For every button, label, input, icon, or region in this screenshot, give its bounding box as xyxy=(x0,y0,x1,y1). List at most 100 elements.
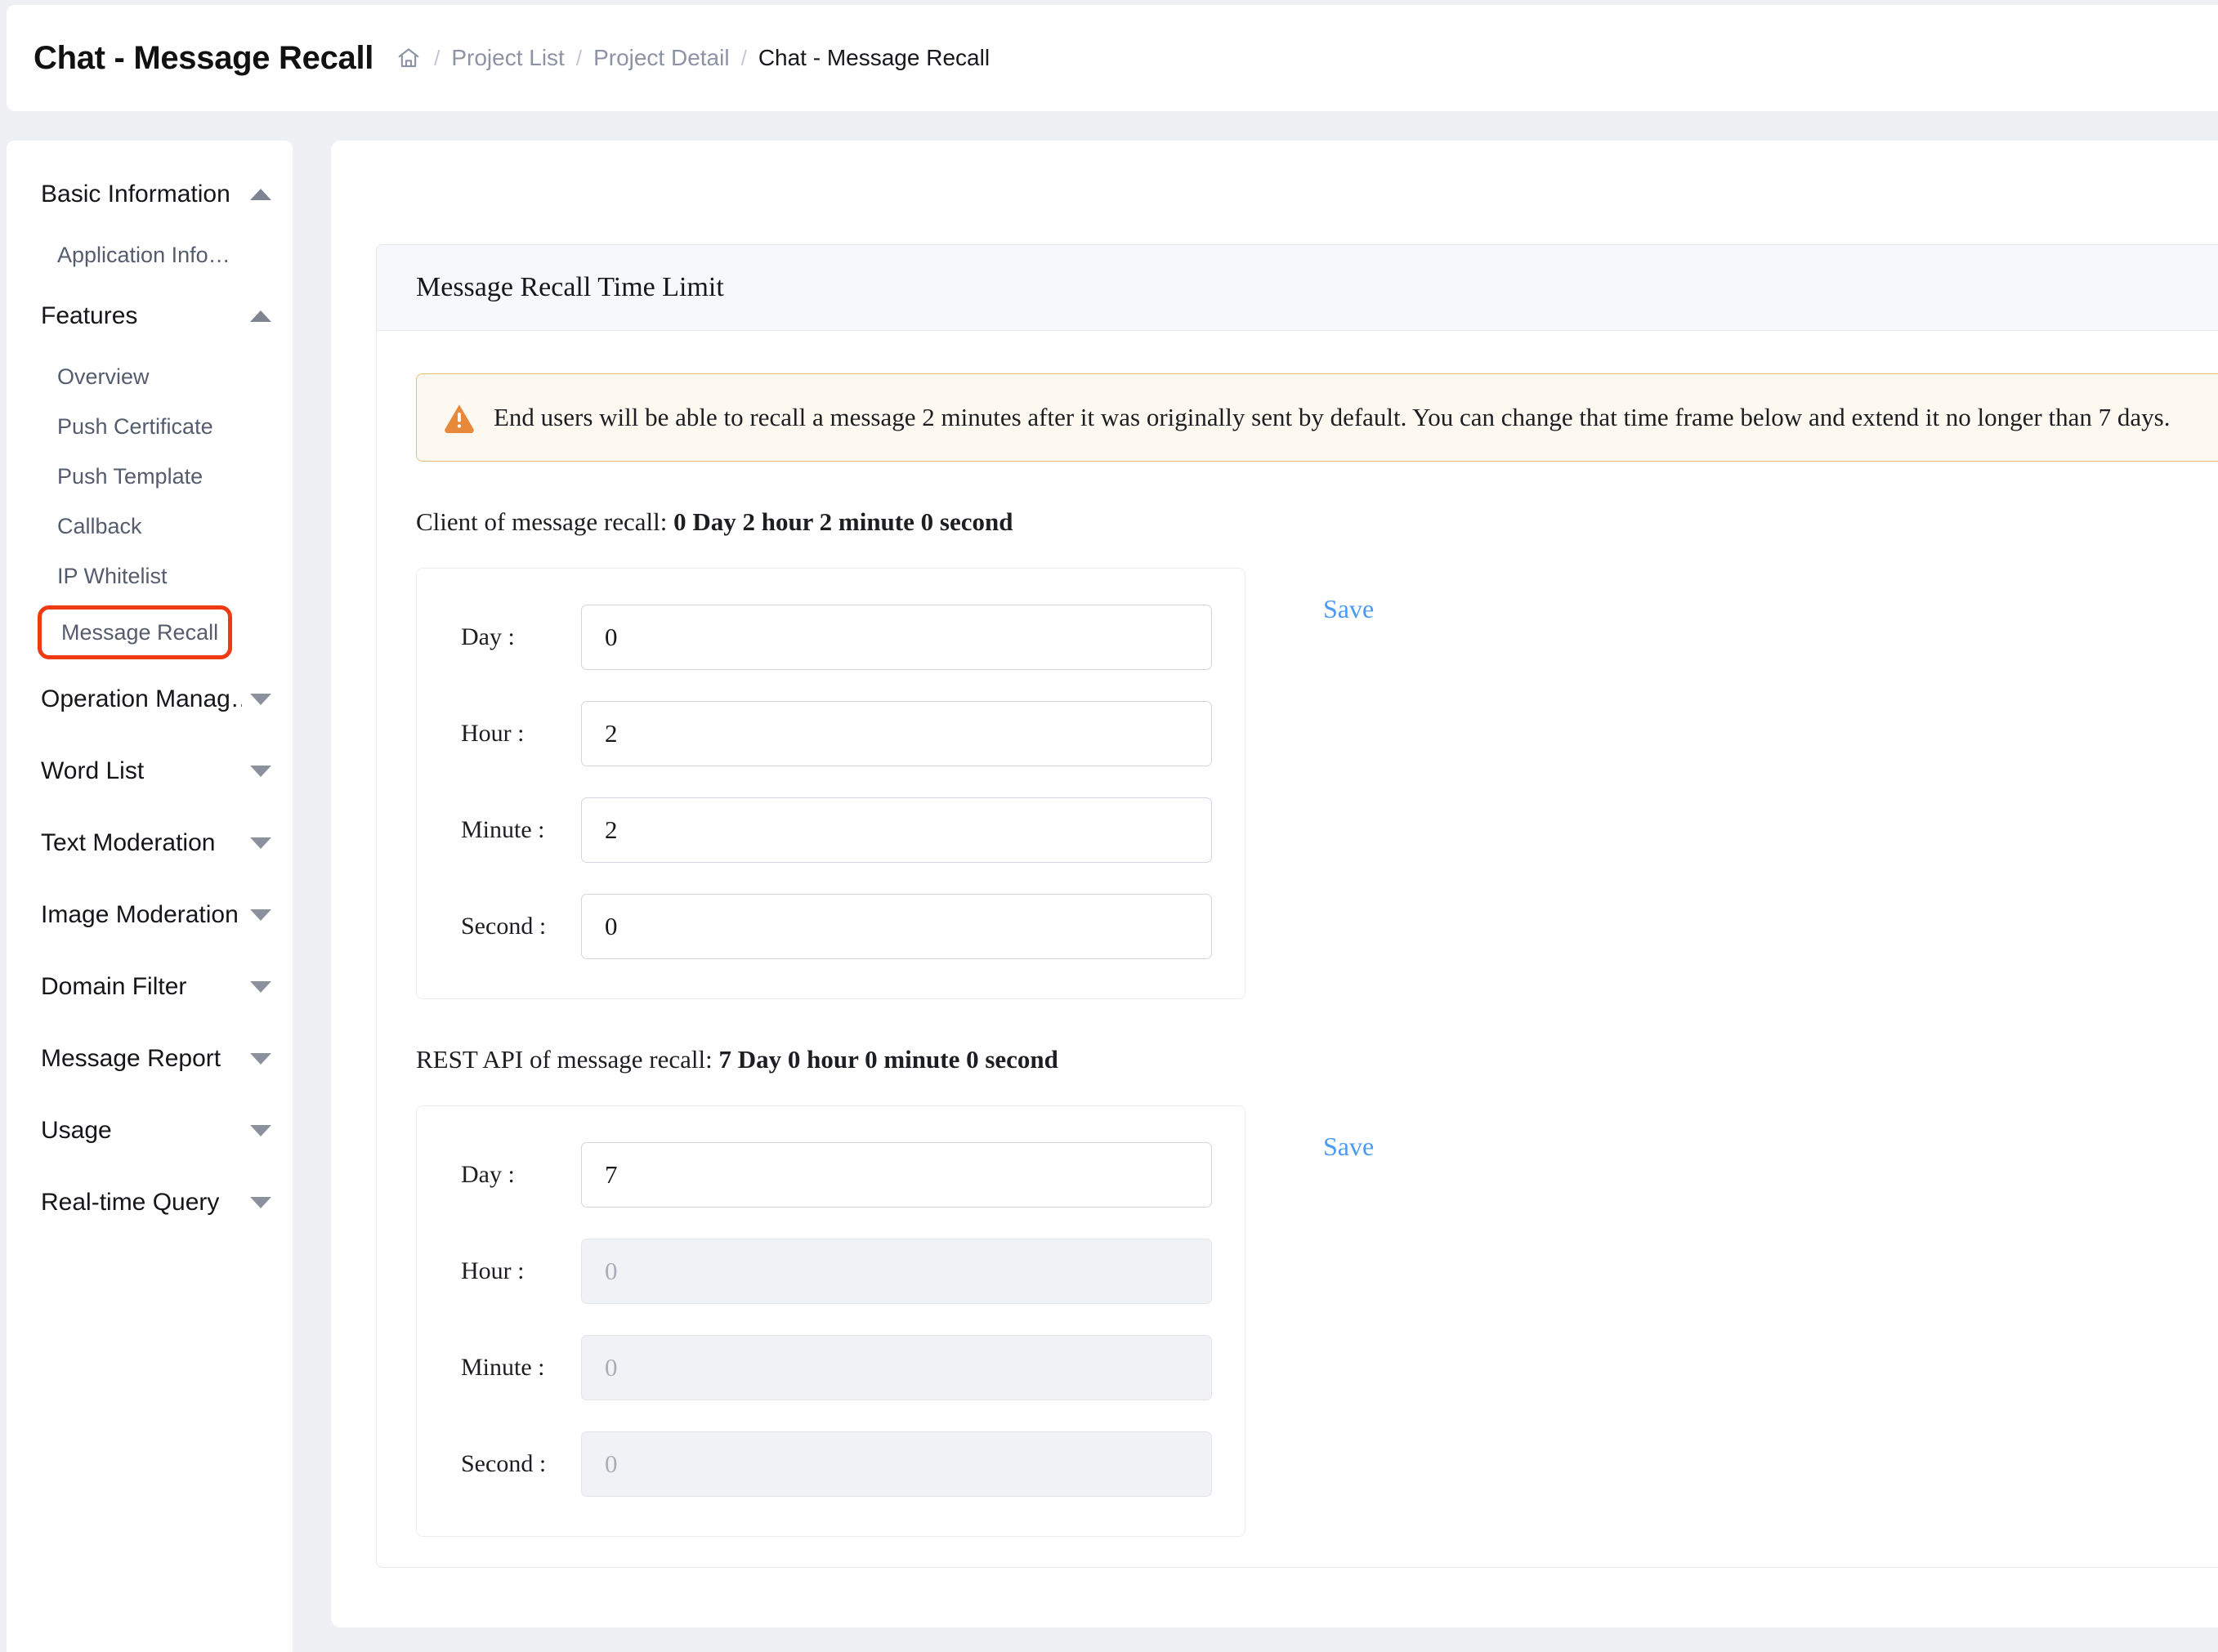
rest-second-input xyxy=(581,1431,1212,1497)
client-day-input[interactable] xyxy=(581,605,1212,670)
main-content-card: Message Recall Time Limit End users will… xyxy=(331,141,2218,1627)
client-recall-row: Day : Hour : Minute : Second : xyxy=(416,568,2207,999)
sidebar-group-label: Word List xyxy=(41,757,145,784)
sidebar-item-callback[interactable]: Callback xyxy=(7,502,293,551)
sidebar-group-image-moderation[interactable]: Image Moderation xyxy=(7,879,293,951)
sidebar-group-text-moderation[interactable]: Text Moderation xyxy=(7,807,293,879)
sidebar-item-label: Callback xyxy=(57,514,142,538)
client-hour-input[interactable] xyxy=(581,701,1212,766)
top-header-bar: Chat - Message Recall / Project List / P… xyxy=(7,5,2218,111)
breadcrumb: / Project List / Project Detail / Chat -… xyxy=(396,45,990,71)
client-minute-label: Minute : xyxy=(461,816,545,843)
sidebar-item-application-info[interactable]: Application Info… xyxy=(7,230,293,280)
sidebar-group-label: Operation Manag… xyxy=(41,685,242,712)
chevron-down-icon xyxy=(250,909,271,921)
sidebar-item-label: Message Recall xyxy=(61,619,219,645)
panel-header: Message Recall Time Limit xyxy=(377,245,2218,331)
client-second-field-row: Second : xyxy=(446,887,1212,966)
sidebar-item-ip-whitelist[interactable]: IP Whitelist xyxy=(7,551,293,601)
sidebar-item-label: Application Info… xyxy=(57,243,230,267)
chevron-down-icon xyxy=(250,1125,271,1136)
sidebar-group-label: Real-time Query xyxy=(41,1189,220,1216)
client-recall-form: Day : Hour : Minute : Second : xyxy=(416,568,1245,999)
rest-api-save-button[interactable]: Save xyxy=(1323,1132,1374,1162)
client-recall-heading-value: 0 Day 2 hour 2 minute 0 second xyxy=(673,507,1013,536)
client-hour-label: Hour : xyxy=(461,720,525,747)
rest-hour-input xyxy=(581,1239,1212,1304)
chevron-down-icon xyxy=(250,1197,271,1208)
client-day-label: Day : xyxy=(461,623,515,650)
sidebar-group-label: Message Report xyxy=(41,1045,221,1072)
sidebar-group-basic-information[interactable]: Basic Information xyxy=(7,159,293,230)
breadcrumb-separator-1: / xyxy=(434,45,440,70)
rest-minute-input xyxy=(581,1335,1212,1400)
sidebar-item-push-certificate[interactable]: Push Certificate xyxy=(7,402,293,452)
sidebar-group-word-list[interactable]: Word List xyxy=(7,735,293,807)
sidebar-group-real-time-query[interactable]: Real-time Query xyxy=(7,1167,293,1239)
rest-day-label: Day : xyxy=(461,1161,515,1188)
breadcrumb-item-project-list[interactable]: Project List xyxy=(451,45,565,71)
chevron-down-icon xyxy=(250,837,271,849)
rest-hour-field-row: Hour : xyxy=(446,1232,1212,1310)
client-recall-section: Client of message recall: 0 Day 2 hour 2… xyxy=(416,507,2207,999)
sidebar-group-label: Features xyxy=(41,302,138,329)
sidebar-group-usage[interactable]: Usage xyxy=(7,1095,293,1167)
client-minute-input[interactable] xyxy=(581,797,1212,863)
rest-second-label: Second : xyxy=(461,1450,547,1477)
breadcrumb-item-project-detail[interactable]: Project Detail xyxy=(593,45,730,71)
rest-api-recall-row: Day : Hour : Minute : Second : xyxy=(416,1105,2207,1537)
chevron-down-icon xyxy=(250,694,271,705)
sidebar-group-message-report[interactable]: Message Report xyxy=(7,1023,293,1095)
breadcrumb-separator-2: / xyxy=(575,45,583,70)
chevron-down-icon xyxy=(250,1053,271,1065)
page-title: Chat - Message Recall xyxy=(34,39,374,76)
warning-triangle-icon xyxy=(443,401,476,434)
sidebar-item-overview[interactable]: Overview xyxy=(7,352,293,402)
sidebar-navigation: Basic Information Application Info… Feat… xyxy=(7,141,293,1652)
client-hour-field-row: Hour : xyxy=(446,694,1212,773)
rest-second-field-row: Second : xyxy=(446,1425,1212,1503)
rest-hour-label: Hour : xyxy=(461,1257,525,1284)
client-save-button[interactable]: Save xyxy=(1323,594,1374,624)
breadcrumb-item-current: Chat - Message Recall xyxy=(758,45,990,70)
sidebar-group-label: Image Moderation xyxy=(41,901,239,928)
client-recall-heading-prefix: Client of message recall: xyxy=(416,507,674,536)
rest-api-heading-value: 7 Day 0 hour 0 minute 0 second xyxy=(718,1045,1058,1074)
warning-banner: End users will be able to recall a messa… xyxy=(416,373,2218,462)
rest-day-field-row: Day : xyxy=(446,1136,1212,1214)
rest-api-recall-heading: REST API of message recall: 7 Day 0 hour… xyxy=(416,1045,2207,1074)
sidebar-group-features[interactable]: Features xyxy=(7,280,293,352)
sidebar-group-operation-management[interactable]: Operation Manag… xyxy=(7,663,293,735)
sidebar-item-message-recall[interactable]: Message Recall xyxy=(38,605,232,659)
sidebar-group-label: Domain Filter xyxy=(41,973,187,1000)
client-second-label: Second : xyxy=(461,913,547,940)
sidebar-group-domain-filter[interactable]: Domain Filter xyxy=(7,951,293,1023)
panel-title: Message Recall Time Limit xyxy=(416,272,724,302)
rest-day-input[interactable] xyxy=(581,1142,1212,1208)
chevron-down-icon xyxy=(250,766,271,777)
warning-banner-text: End users will be able to recall a messa… xyxy=(494,403,2171,431)
client-minute-field-row: Minute : xyxy=(446,791,1212,869)
rest-api-heading-prefix: REST API of message recall: xyxy=(416,1045,719,1074)
rest-api-recall-form: Day : Hour : Minute : Second : xyxy=(416,1105,1245,1537)
sidebar-item-label: IP Whitelist xyxy=(57,564,168,588)
breadcrumb-separator-3: / xyxy=(740,45,747,70)
sidebar-item-label: Push Template xyxy=(57,464,203,489)
message-recall-panel: Message Recall Time Limit End users will… xyxy=(376,244,2218,1568)
sidebar-group-label: Basic Information xyxy=(41,181,230,208)
rest-api-recall-section: REST API of message recall: 7 Day 0 hour… xyxy=(416,1045,2207,1537)
chevron-up-icon xyxy=(250,189,271,200)
client-day-field-row: Day : xyxy=(446,598,1212,676)
sidebar-group-label: Usage xyxy=(41,1117,112,1144)
client-second-input[interactable] xyxy=(581,894,1212,959)
chevron-up-icon xyxy=(250,310,271,322)
chevron-down-icon xyxy=(250,981,271,993)
sidebar-item-label: Overview xyxy=(57,364,150,389)
panel-body: End users will be able to recall a messa… xyxy=(377,331,2218,1537)
sidebar-item-push-template[interactable]: Push Template xyxy=(7,452,293,502)
client-recall-heading: Client of message recall: 0 Day 2 hour 2… xyxy=(416,507,2207,537)
home-icon[interactable] xyxy=(396,46,421,70)
rest-minute-label: Minute : xyxy=(461,1354,545,1381)
sidebar-group-label: Text Moderation xyxy=(41,829,216,856)
sidebar-item-label: Push Certificate xyxy=(57,414,213,439)
